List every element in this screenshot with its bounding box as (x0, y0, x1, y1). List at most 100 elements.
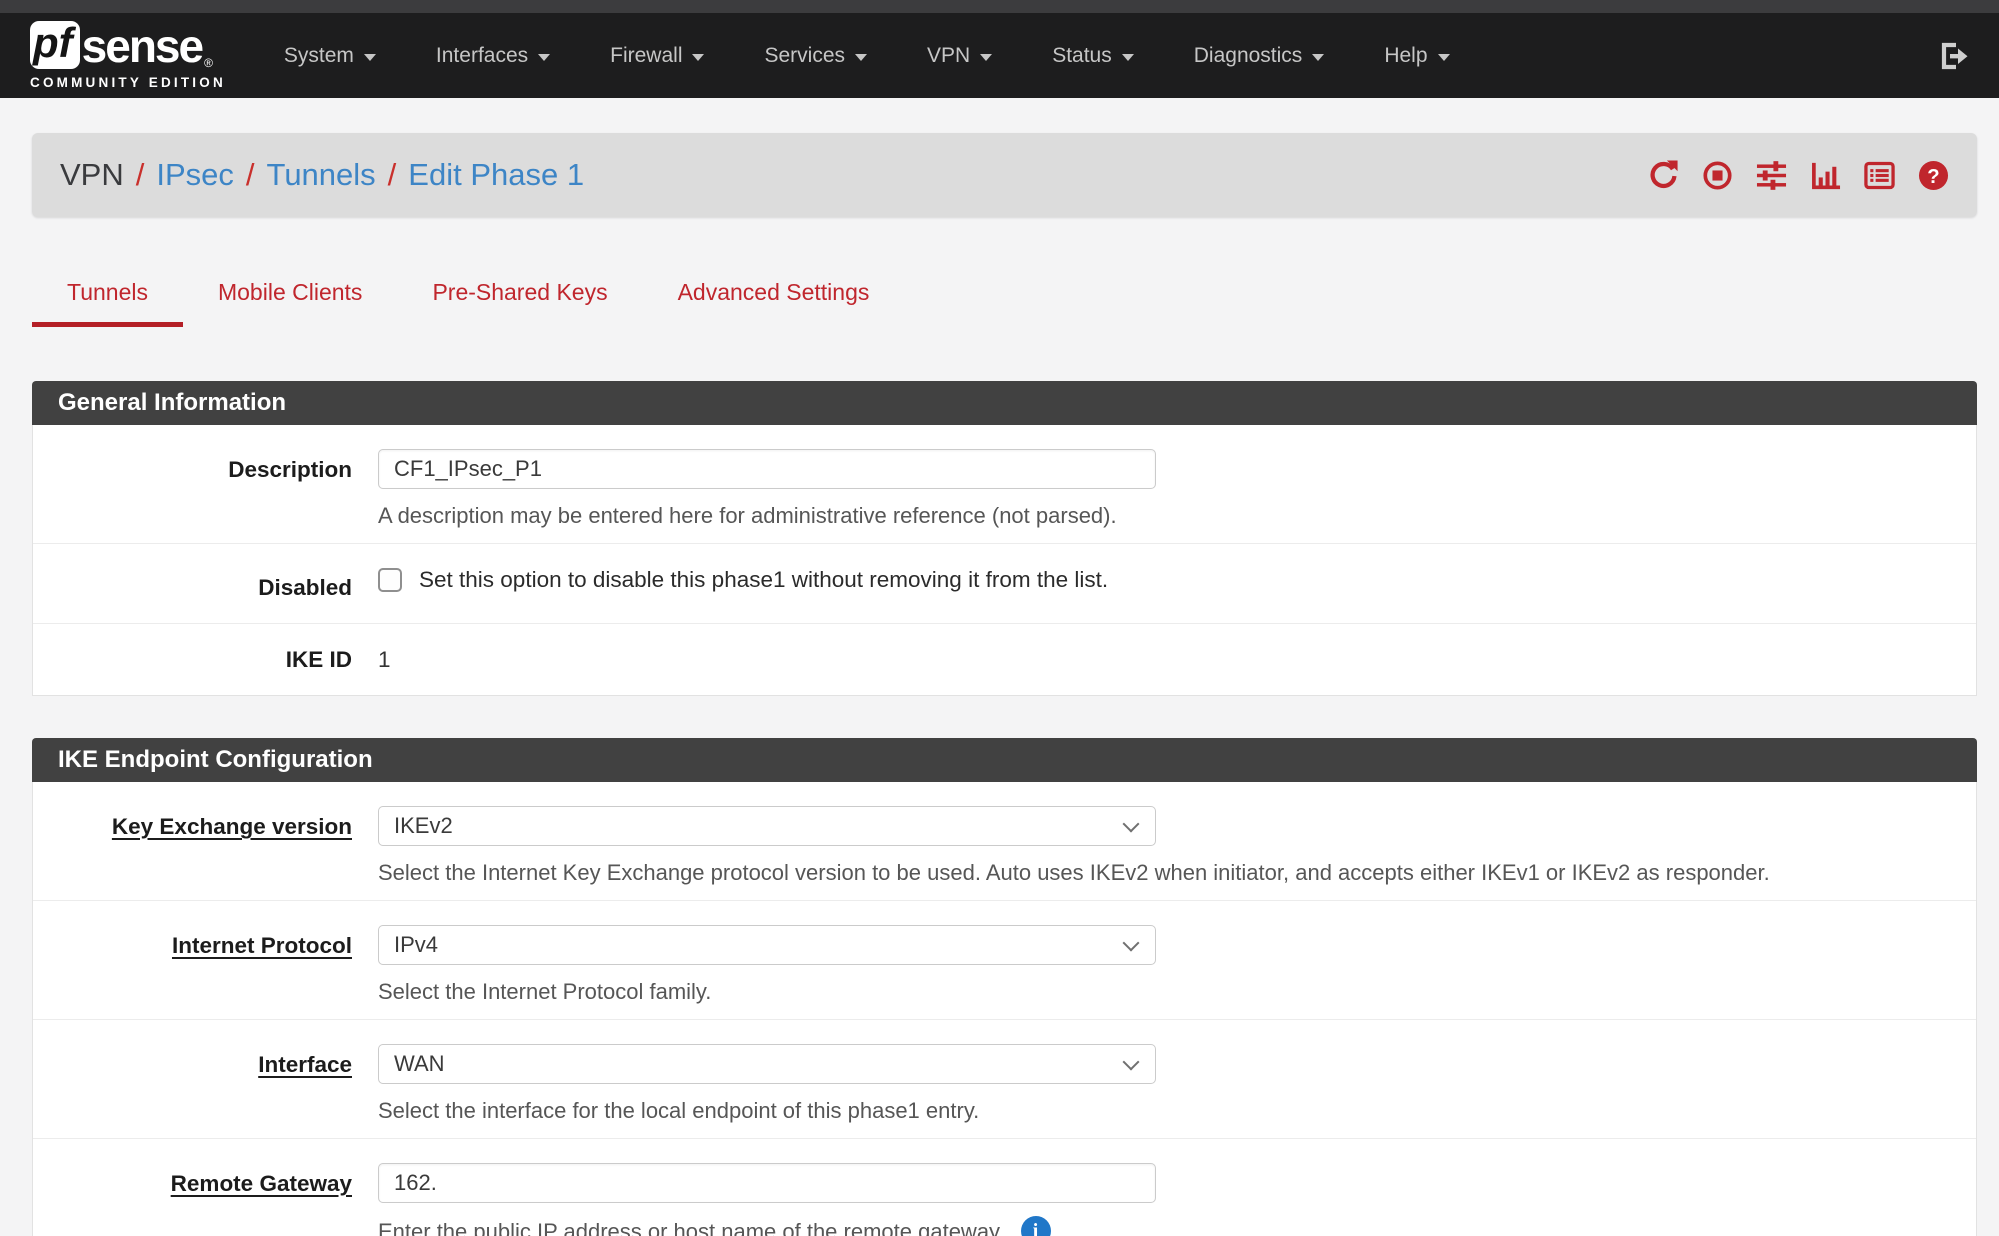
chevron-down-icon (1123, 935, 1140, 952)
internet-protocol-help-text: Select the Internet Protocol family. (378, 978, 1954, 1005)
main-menu: System Interfaces Firewall Services VPN … (254, 13, 1480, 98)
description-label: Description (33, 449, 378, 529)
help-icon[interactable]: ? (1918, 160, 1949, 191)
menu-help[interactable]: Help (1354, 13, 1479, 98)
panel-title-ike-endpoint: IKE Endpoint Configuration (32, 738, 1977, 782)
logout-button[interactable] (1937, 40, 1969, 72)
chevron-down-icon (1123, 1054, 1140, 1071)
community-edition-label: COMMUNITY EDITION (30, 75, 226, 90)
menu-system-label: System (284, 44, 354, 68)
interface-label: Interface (33, 1044, 378, 1124)
stop-icon[interactable] (1702, 160, 1733, 191)
breadcrumb-edit-phase1[interactable]: Edit Phase 1 (408, 157, 584, 193)
interface-select[interactable]: WAN (378, 1044, 1156, 1084)
info-icon[interactable]: i (1021, 1216, 1051, 1236)
disabled-content: Set this option to disable this phase1 w… (378, 567, 1976, 601)
description-content: A description may be entered here for ad… (378, 449, 1976, 529)
menu-services[interactable]: Services (734, 13, 897, 98)
menu-vpn-label: VPN (927, 44, 970, 68)
disabled-checkbox-label: Set this option to disable this phase1 w… (419, 567, 1108, 593)
tab-advanced-settings[interactable]: Advanced Settings (643, 273, 905, 327)
key-exchange-help-text: Select the Internet Key Exchange protoco… (378, 859, 1954, 886)
page-action-icons: ? (1648, 160, 1949, 191)
breadcrumb-separator: / (376, 157, 409, 193)
menu-services-label: Services (764, 44, 845, 68)
pf-logo-box: pf (30, 21, 80, 69)
sense-wordmark: sense (82, 23, 202, 69)
chevron-down-icon (980, 54, 992, 61)
breadcrumb-separator: / (124, 157, 157, 193)
general-information-body: Description A description may be entered… (32, 425, 1977, 696)
refresh-icon[interactable] (1648, 160, 1679, 191)
menu-interfaces[interactable]: Interfaces (406, 13, 580, 98)
breadcrumb-vpn: VPN (60, 157, 124, 193)
sliders-icon[interactable] (1756, 160, 1787, 191)
panel-title-general-information: General Information (32, 381, 1977, 425)
bar-chart-icon[interactable] (1810, 160, 1841, 191)
tab-pre-shared-keys[interactable]: Pre-Shared Keys (397, 273, 642, 327)
interface-help-text: Select the interface for the local endpo… (378, 1097, 1954, 1124)
key-exchange-label: Key Exchange version (33, 806, 378, 886)
ike-endpoint-body: Key Exchange version IKEv2 Select the In… (32, 782, 1977, 1236)
page-tabs: Tunnels Mobile Clients Pre-Shared Keys A… (32, 273, 1977, 327)
disabled-label: Disabled (33, 567, 378, 601)
chevron-down-icon (1122, 54, 1134, 61)
form-row-key-exchange: Key Exchange version IKEv2 Select the In… (33, 782, 1976, 901)
ike-id-value: 1 (378, 647, 1954, 673)
form-row-description: Description A description may be entered… (33, 425, 1976, 544)
form-row-interface: Interface WAN Select the interface for t… (33, 1020, 1976, 1139)
menu-vpn[interactable]: VPN (897, 13, 1022, 98)
chevron-down-icon (855, 54, 867, 61)
menu-diagnostics-label: Diagnostics (1194, 44, 1303, 68)
disabled-checkbox[interactable] (378, 568, 402, 592)
pfsense-wordmark: pf sense ® (30, 21, 226, 69)
key-exchange-content: IKEv2 Select the Internet Key Exchange p… (378, 806, 1976, 886)
menu-interfaces-label: Interfaces (436, 44, 528, 68)
sign-out-icon (1937, 40, 1969, 72)
breadcrumb: VPN / IPsec / Tunnels / Edit Phase 1 (32, 133, 1977, 217)
key-exchange-selected-value: IKEv2 (394, 813, 453, 839)
pfsense-logo[interactable]: pf sense ® COMMUNITY EDITION (30, 21, 226, 90)
breadcrumb-ipsec[interactable]: IPsec (156, 157, 234, 193)
remote-gateway-label: Remote Gateway (33, 1163, 378, 1236)
svg-text:?: ? (1927, 165, 1939, 187)
log-list-icon[interactable] (1864, 160, 1895, 191)
chevron-down-icon (1438, 54, 1450, 61)
internet-protocol-content: IPv4 Select the Internet Protocol family… (378, 925, 1976, 1005)
chevron-down-icon (1312, 54, 1324, 61)
description-input[interactable] (378, 449, 1156, 489)
chevron-down-icon (692, 54, 704, 61)
form-row-ike-id: IKE ID 1 (33, 624, 1976, 695)
menu-firewall-label: Firewall (610, 44, 682, 68)
internet-protocol-select[interactable]: IPv4 (378, 925, 1156, 965)
internet-protocol-selected-value: IPv4 (394, 932, 438, 958)
menu-status[interactable]: Status (1022, 13, 1164, 98)
form-row-remote-gateway: Remote Gateway Enter the public IP addre… (33, 1139, 1976, 1236)
window-top-strip (0, 0, 1999, 13)
description-help-text: A description may be entered here for ad… (378, 502, 1954, 529)
remote-gateway-help-line: Enter the public IP address or host name… (378, 1216, 1954, 1236)
chevron-down-icon (538, 54, 550, 61)
key-exchange-select[interactable]: IKEv2 (378, 806, 1156, 846)
ike-endpoint-panel: IKE Endpoint Configuration Key Exchange … (32, 738, 1977, 1236)
registered-mark: ® (204, 57, 213, 69)
chevron-down-icon (364, 54, 376, 61)
breadcrumb-tunnels[interactable]: Tunnels (267, 157, 376, 193)
form-row-internet-protocol: Internet Protocol IPv4 Select the Intern… (33, 901, 1976, 1020)
remote-gateway-input[interactable] (378, 1163, 1156, 1203)
interface-content: WAN Select the interface for the local e… (378, 1044, 1976, 1124)
ike-id-content: 1 (378, 647, 1976, 673)
disabled-check-line: Set this option to disable this phase1 w… (378, 567, 1954, 593)
tab-tunnels[interactable]: Tunnels (32, 273, 183, 327)
menu-status-label: Status (1052, 44, 1112, 68)
general-information-panel: General Information Description A descri… (32, 381, 1977, 696)
internet-protocol-label: Internet Protocol (33, 925, 378, 1005)
menu-system[interactable]: System (254, 13, 406, 98)
tab-mobile-clients[interactable]: Mobile Clients (183, 273, 397, 327)
breadcrumb-separator: / (234, 157, 267, 193)
interface-selected-value: WAN (394, 1051, 445, 1077)
form-row-disabled: Disabled Set this option to disable this… (33, 544, 1976, 624)
menu-firewall[interactable]: Firewall (580, 13, 734, 98)
menu-diagnostics[interactable]: Diagnostics (1164, 13, 1355, 98)
remote-gateway-content: Enter the public IP address or host name… (378, 1163, 1976, 1236)
